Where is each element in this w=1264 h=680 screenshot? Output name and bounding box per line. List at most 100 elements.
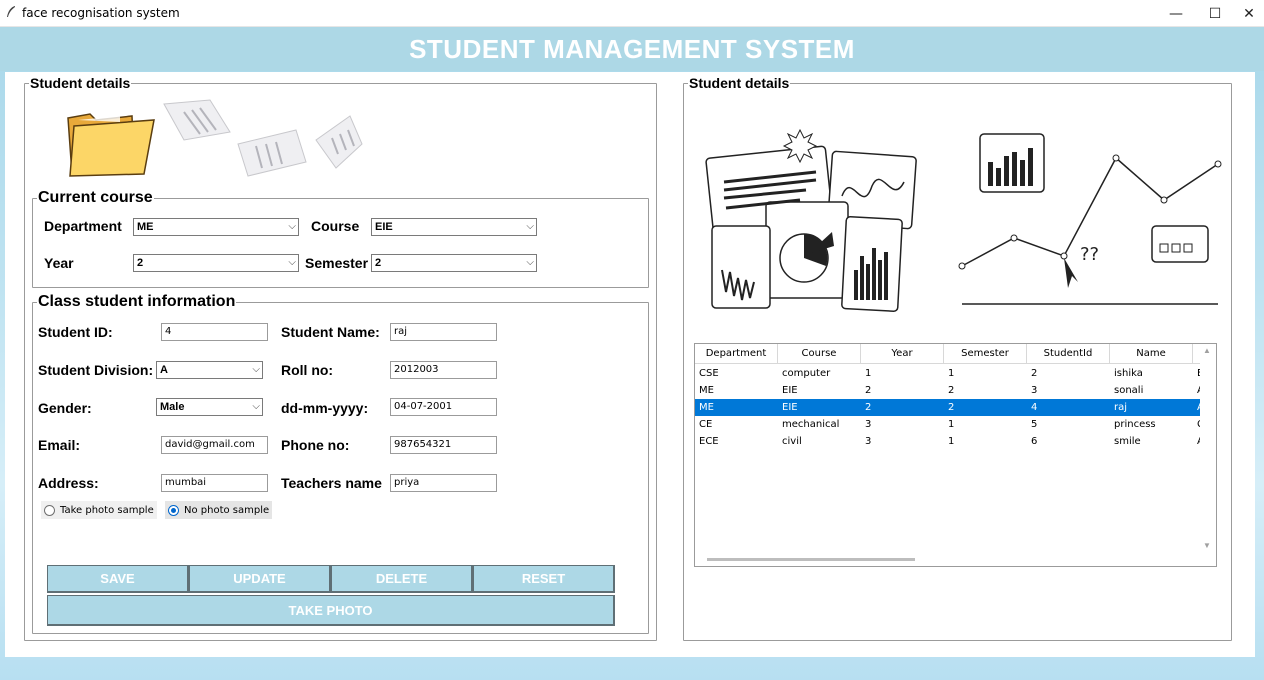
table-cell: mechanical <box>782 419 840 430</box>
table-cell: 1 <box>948 368 955 379</box>
no-photo-sample-radio[interactable]: No photo sample <box>165 501 273 519</box>
table-row[interactable]: CSEcomputer112ishikaE <box>695 365 1203 382</box>
table-row[interactable]: CEmechanical315princessC <box>695 416 1204 433</box>
student-id-label: Student ID: <box>38 324 113 340</box>
address-input[interactable]: mumbai <box>161 474 268 492</box>
teacher-input[interactable]: priya <box>390 474 497 492</box>
minimize-button[interactable]: — <box>1156 0 1196 27</box>
chevron-down-icon: ⌵ <box>526 257 534 268</box>
gender-combobox[interactable]: Male ⌵ <box>156 398 263 416</box>
table-cell: computer <box>782 368 831 379</box>
semester-label: Semester <box>305 255 369 271</box>
chevron-down-icon: ⌵ <box>288 221 296 232</box>
division-label: Student Division: <box>38 362 154 378</box>
svg-text:??: ?? <box>1080 244 1099 265</box>
close-button[interactable]: ✕ <box>1234 0 1264 27</box>
column-header[interactable]: Name <box>1110 344 1193 364</box>
address-label: Address: <box>38 475 99 491</box>
window-title: face recognisation system <box>22 6 180 20</box>
student-table[interactable]: Department Course Year Semester StudentId Nam… <box>694 343 1217 567</box>
student-name-label: Student Name: <box>281 324 380 340</box>
division-combobox[interactable]: A ⌵ <box>156 361 263 379</box>
column-header[interactable]: Semester <box>944 344 1027 364</box>
table-cell: 4 <box>1031 402 1038 413</box>
chevron-down-icon: ⌵ <box>252 364 260 375</box>
table-row[interactable]: ECEcivil316smileA <box>695 433 1204 450</box>
table-cell: 3 <box>865 436 872 447</box>
table-cell: CSE <box>699 368 719 379</box>
app-header: STUDENT MANAGEMENT SYSTEM <box>0 27 1264 71</box>
table-cell: civil <box>782 436 802 447</box>
column-header[interactable]: Department <box>695 344 778 364</box>
department-combobox[interactable]: ME ⌵ <box>133 218 299 236</box>
table-cell: 2 <box>865 402 872 413</box>
radio-off-icon <box>44 504 55 516</box>
division-value: A <box>160 364 168 376</box>
folder-icon <box>67 113 155 177</box>
student-name-input[interactable]: raj <box>390 323 497 341</box>
course-combobox[interactable]: EIE ⌵ <box>371 218 537 236</box>
column-header[interactable]: StudentId <box>1027 344 1110 364</box>
horizontal-scroll-thumb[interactable] <box>707 558 915 561</box>
table-cell: 2 <box>865 385 872 396</box>
take-photo-sample-radio[interactable]: Take photo sample <box>41 501 157 519</box>
department-value: ME <box>137 221 154 233</box>
phone-input[interactable]: 987654321 <box>390 436 497 454</box>
table-cell: 3 <box>865 419 872 430</box>
year-combobox[interactable]: 2 ⌵ <box>133 254 299 272</box>
student-id-input[interactable]: 4 <box>161 323 268 341</box>
paper-icon <box>315 115 363 169</box>
table-cell: 5 <box>1031 419 1038 430</box>
table-cell: ME <box>699 402 714 413</box>
table-header: Department Course Year Semester StudentId Nam… <box>695 344 1216 364</box>
chevron-down-icon: ⌵ <box>526 221 534 232</box>
table-row[interactable]: MEEIE224rajA <box>695 399 1204 416</box>
teacher-label: Teachers name <box>281 475 382 491</box>
roll-label: Roll no: <box>281 362 334 378</box>
radio-on-icon <box>168 504 179 516</box>
update-button[interactable]: UPDATE <box>189 565 331 593</box>
vertical-scrollbar[interactable]: ▲ ▼ <box>1200 344 1216 552</box>
semester-value: 2 <box>375 257 382 269</box>
course-label: Course <box>311 218 360 234</box>
roll-input[interactable]: 2012003 <box>390 361 497 379</box>
table-cell: CE <box>699 419 713 430</box>
table-cell: 6 <box>1031 436 1038 447</box>
table-cell: EIE <box>782 385 798 396</box>
table-cell: 2 <box>948 385 955 396</box>
table-cell: 1 <box>865 368 872 379</box>
delete-button[interactable]: DELETE <box>331 565 473 593</box>
column-header[interactable]: Year <box>861 344 944 364</box>
save-button[interactable]: SAVE <box>47 565 189 593</box>
dob-input[interactable]: 04-07-2001 <box>390 398 497 416</box>
maximize-button[interactable]: ☐ <box>1195 0 1235 27</box>
no-photo-sample-label: No photo sample <box>184 504 270 516</box>
take-photo-button[interactable]: TAKE PHOTO <box>47 595 615 626</box>
analytics-illustration: ?? <box>705 128 1222 312</box>
horizontal-scrollbar[interactable] <box>695 552 1216 566</box>
column-header[interactable]: Course <box>778 344 861 364</box>
table-cell: 3 <box>1031 385 1038 396</box>
scroll-down-icon[interactable]: ▼ <box>1203 541 1211 550</box>
scroll-up-icon[interactable]: ▲ <box>1203 346 1211 355</box>
table-cell: 1 <box>948 419 955 430</box>
chevron-down-icon: ⌵ <box>288 257 296 268</box>
department-label: Department <box>44 218 122 234</box>
semester-combobox[interactable]: 2 ⌵ <box>371 254 537 272</box>
table-cell: princess <box>1114 419 1156 430</box>
chevron-down-icon: ⌵ <box>252 401 260 412</box>
table-cell: raj <box>1114 402 1128 413</box>
phone-label: Phone no: <box>281 437 350 453</box>
folder-papers-illustration <box>67 99 363 177</box>
email-input[interactable]: david@gmail.com <box>161 436 268 454</box>
year-label: Year <box>44 255 74 271</box>
right-panel-legend: Student details <box>689 75 790 91</box>
table-cell: ishika <box>1114 368 1143 379</box>
table-cell: smile <box>1114 436 1141 447</box>
gender-value: Male <box>160 401 185 413</box>
table-row[interactable]: MEEIE223sonaliA <box>695 382 1204 399</box>
table-cell: 2 <box>948 402 955 413</box>
current-course-section: Current course <box>32 189 649 288</box>
table-cell: EIE <box>782 402 798 413</box>
reset-button[interactable]: RESET <box>473 565 615 593</box>
